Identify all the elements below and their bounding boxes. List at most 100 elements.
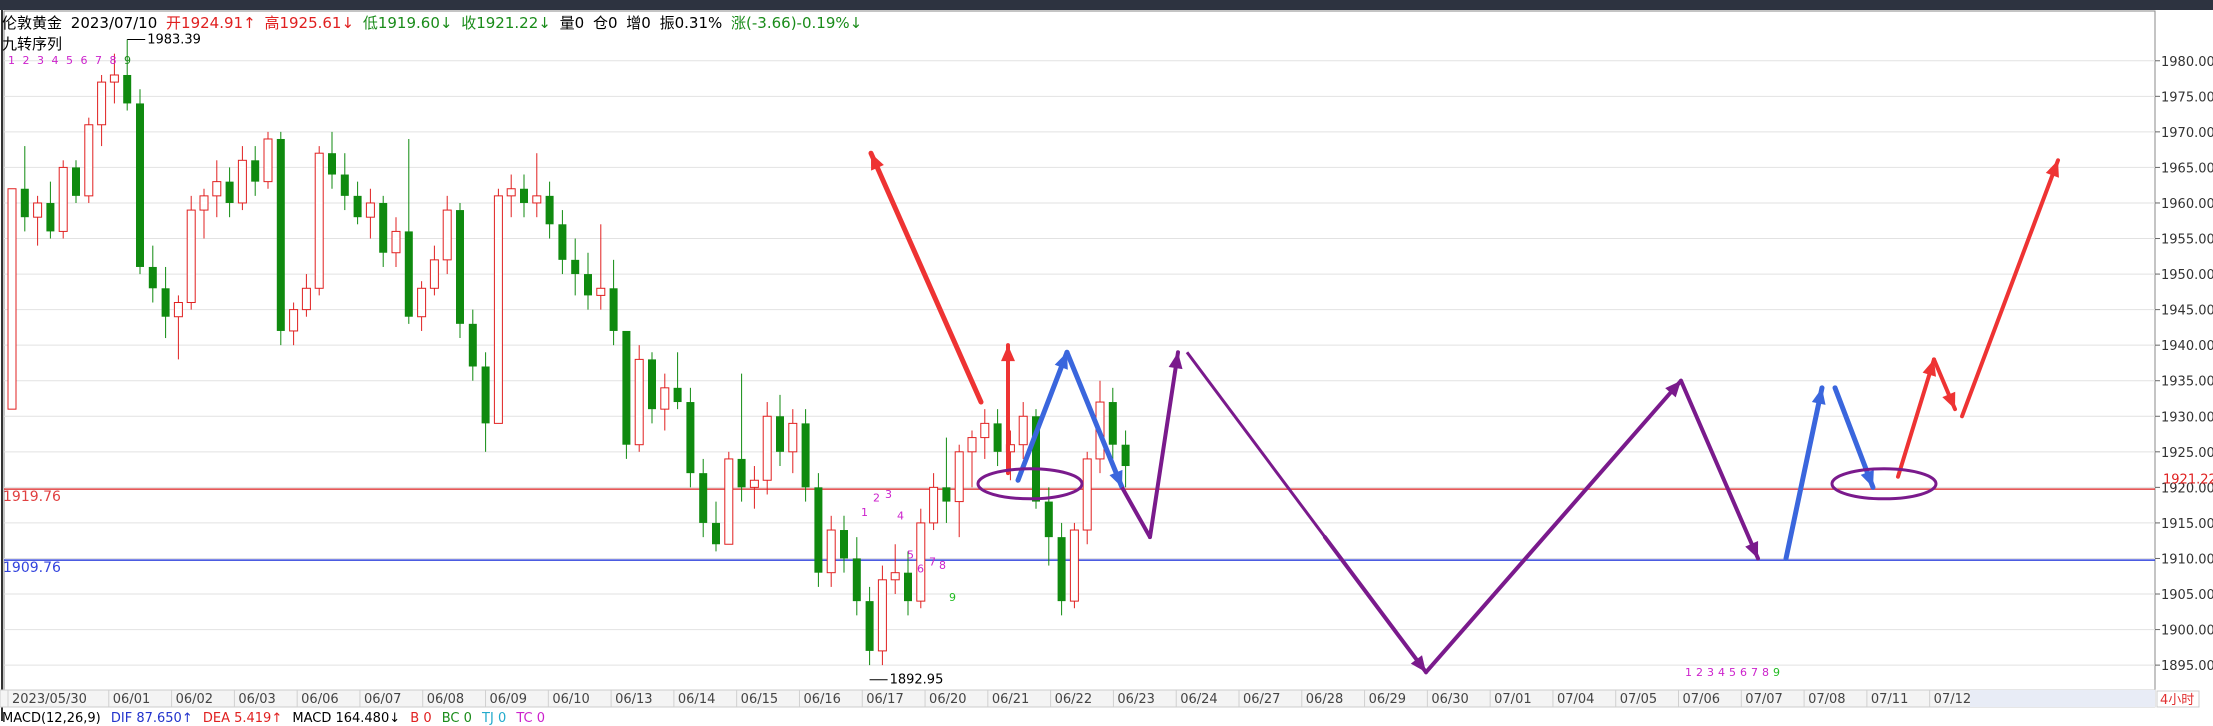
- candle-body-down: [123, 74, 132, 104]
- nine-legend-2: 2: [22, 54, 32, 67]
- low-price: 低1919.60↓: [362, 14, 453, 32]
- candle-body-up: [263, 138, 273, 183]
- candle-body-down: [161, 288, 170, 317]
- candle-body-down: [1121, 444, 1130, 467]
- candle-body-up: [58, 166, 68, 232]
- high-annotation-label: 1983.39: [147, 32, 201, 47]
- x-tick-label: 06/23: [1117, 692, 1154, 707]
- candle-body-down: [558, 224, 567, 260]
- x-tick-label: 07/01: [1494, 692, 1531, 707]
- x-tick-label: 07/05: [1620, 692, 1657, 707]
- candle-body-down: [686, 402, 695, 474]
- y-tick-label: 1895.00: [2161, 659, 2213, 674]
- macd-tc: TC 0: [516, 711, 546, 726]
- candle-body-up: [788, 422, 798, 453]
- candle-body-up: [877, 579, 887, 652]
- increase: 增0: [626, 14, 651, 32]
- candle-body-up: [1082, 458, 1092, 531]
- nine-sequence-mark: 1: [1685, 666, 1692, 679]
- candle-body-down: [353, 195, 362, 218]
- volume: 量0: [559, 14, 585, 32]
- candle-body-down: [545, 195, 554, 225]
- nine-sequence-mark: 4: [1718, 666, 1725, 679]
- candle-body-down: [776, 416, 784, 452]
- candle-body-down: [1044, 501, 1053, 538]
- x-tick-label: 06/24: [1180, 692, 1217, 707]
- nine-sequence-mark: 8: [939, 559, 946, 572]
- window-title-bar: [0, 0, 2213, 10]
- amplitude: 振0.31%: [659, 14, 723, 32]
- x-tick-label: 07/06: [1683, 692, 1720, 707]
- macd-indicator-bar: MACD(12,26,9) DIF 87.650↑ DEA 5.419↑ MAC…: [2, 711, 551, 726]
- open-interest: 仓0: [592, 14, 618, 32]
- candle-body-up: [84, 124, 94, 197]
- nine-sequence-mark: 9: [1773, 666, 1780, 679]
- nine-legend-3: 3: [37, 54, 46, 67]
- nine-legend-9: 9: [124, 54, 133, 67]
- y-tick-label: 1910.00: [2161, 552, 2213, 567]
- candle-body-up: [967, 437, 977, 453]
- candle-body-up: [365, 202, 375, 218]
- candle-body-down: [571, 259, 580, 275]
- x-tick-label: 06/02: [176, 692, 213, 707]
- candle-body-down: [904, 572, 912, 602]
- nine-sequence-legend: 1 2 3 4 5 6 7 8 9: [8, 54, 133, 67]
- nine-sequence-mark: 2: [873, 492, 880, 505]
- nine-sequence-mark: 3: [885, 488, 892, 501]
- candle-body-up: [532, 195, 542, 204]
- open-price: 开1924.91↑: [166, 14, 256, 32]
- y-tick-label: 1945.00: [2161, 304, 2213, 319]
- y-tick-label: 1950.00: [2161, 268, 2213, 283]
- support-line-label-2: 1909.76: [3, 560, 61, 576]
- y-tick-label: 1975.00: [2161, 90, 2213, 105]
- candle-body-down: [520, 188, 528, 203]
- y-tick-label: 1940.00: [2161, 339, 2213, 354]
- candle-body-up: [186, 209, 196, 304]
- nine-sequence-mark: 2: [1696, 666, 1703, 679]
- candle-body-down: [379, 202, 388, 253]
- x-tick-label: 06/15: [741, 692, 778, 707]
- nine-sequence-mark: 6: [1740, 666, 1747, 679]
- candle-body-up: [212, 181, 222, 197]
- y-tick-label: 1960.00: [2161, 197, 2213, 212]
- candle-body-up: [493, 195, 503, 424]
- candle-body-down: [456, 210, 464, 324]
- nine-sequence-mark: 5: [1729, 666, 1736, 679]
- candle-body-down: [942, 487, 951, 502]
- candle-body-up: [314, 152, 324, 289]
- candle-body-down: [852, 558, 861, 602]
- x-tick-label: 06/08: [427, 692, 464, 707]
- candle-body-up: [1069, 529, 1079, 602]
- candle-body-down: [20, 188, 29, 218]
- x-tick-label: 07/12: [1934, 692, 1971, 707]
- candle-body-up: [954, 451, 964, 503]
- nine-legend-8: 8: [109, 54, 119, 67]
- nine-sequence-mark: 8: [1762, 666, 1769, 679]
- candle-body-down: [468, 323, 477, 367]
- x-tick-label: 07/08: [1808, 692, 1845, 707]
- candle-body-up: [762, 415, 772, 481]
- candle-body-up: [596, 287, 606, 296]
- candle-body-up: [724, 458, 734, 545]
- period-button-label: 4小时: [2160, 693, 2194, 708]
- candle-body-up: [929, 486, 939, 524]
- x-tick-label: 06/22: [1055, 692, 1092, 707]
- y-tick-label: 1925.00: [2161, 446, 2213, 461]
- nine-sequence-mark: 3: [1707, 666, 1714, 679]
- candle-body-up: [417, 287, 427, 318]
- nine-sequence-mark: 7: [929, 556, 936, 569]
- candle-body-down: [276, 138, 285, 331]
- nine-sequence-mark: 5: [907, 548, 914, 561]
- candle-body-down: [404, 231, 413, 317]
- candle-body-down: [814, 487, 823, 573]
- x-tick-label: 06/13: [615, 692, 652, 707]
- candle-body-up: [442, 209, 452, 261]
- x-tick-label: 07/07: [1745, 692, 1782, 707]
- x-tick-label: 06/09: [490, 692, 527, 707]
- candle-body-down: [1057, 537, 1066, 602]
- quote-date: 2023/07/10: [70, 14, 158, 32]
- candlestick-chart[interactable]: 1895.001900.001905.001910.001915.001920.…: [0, 10, 2213, 721]
- candle-body-down: [584, 274, 592, 296]
- plot-area: [3, 10, 2156, 691]
- x-tick-label: 06/28: [1306, 692, 1343, 707]
